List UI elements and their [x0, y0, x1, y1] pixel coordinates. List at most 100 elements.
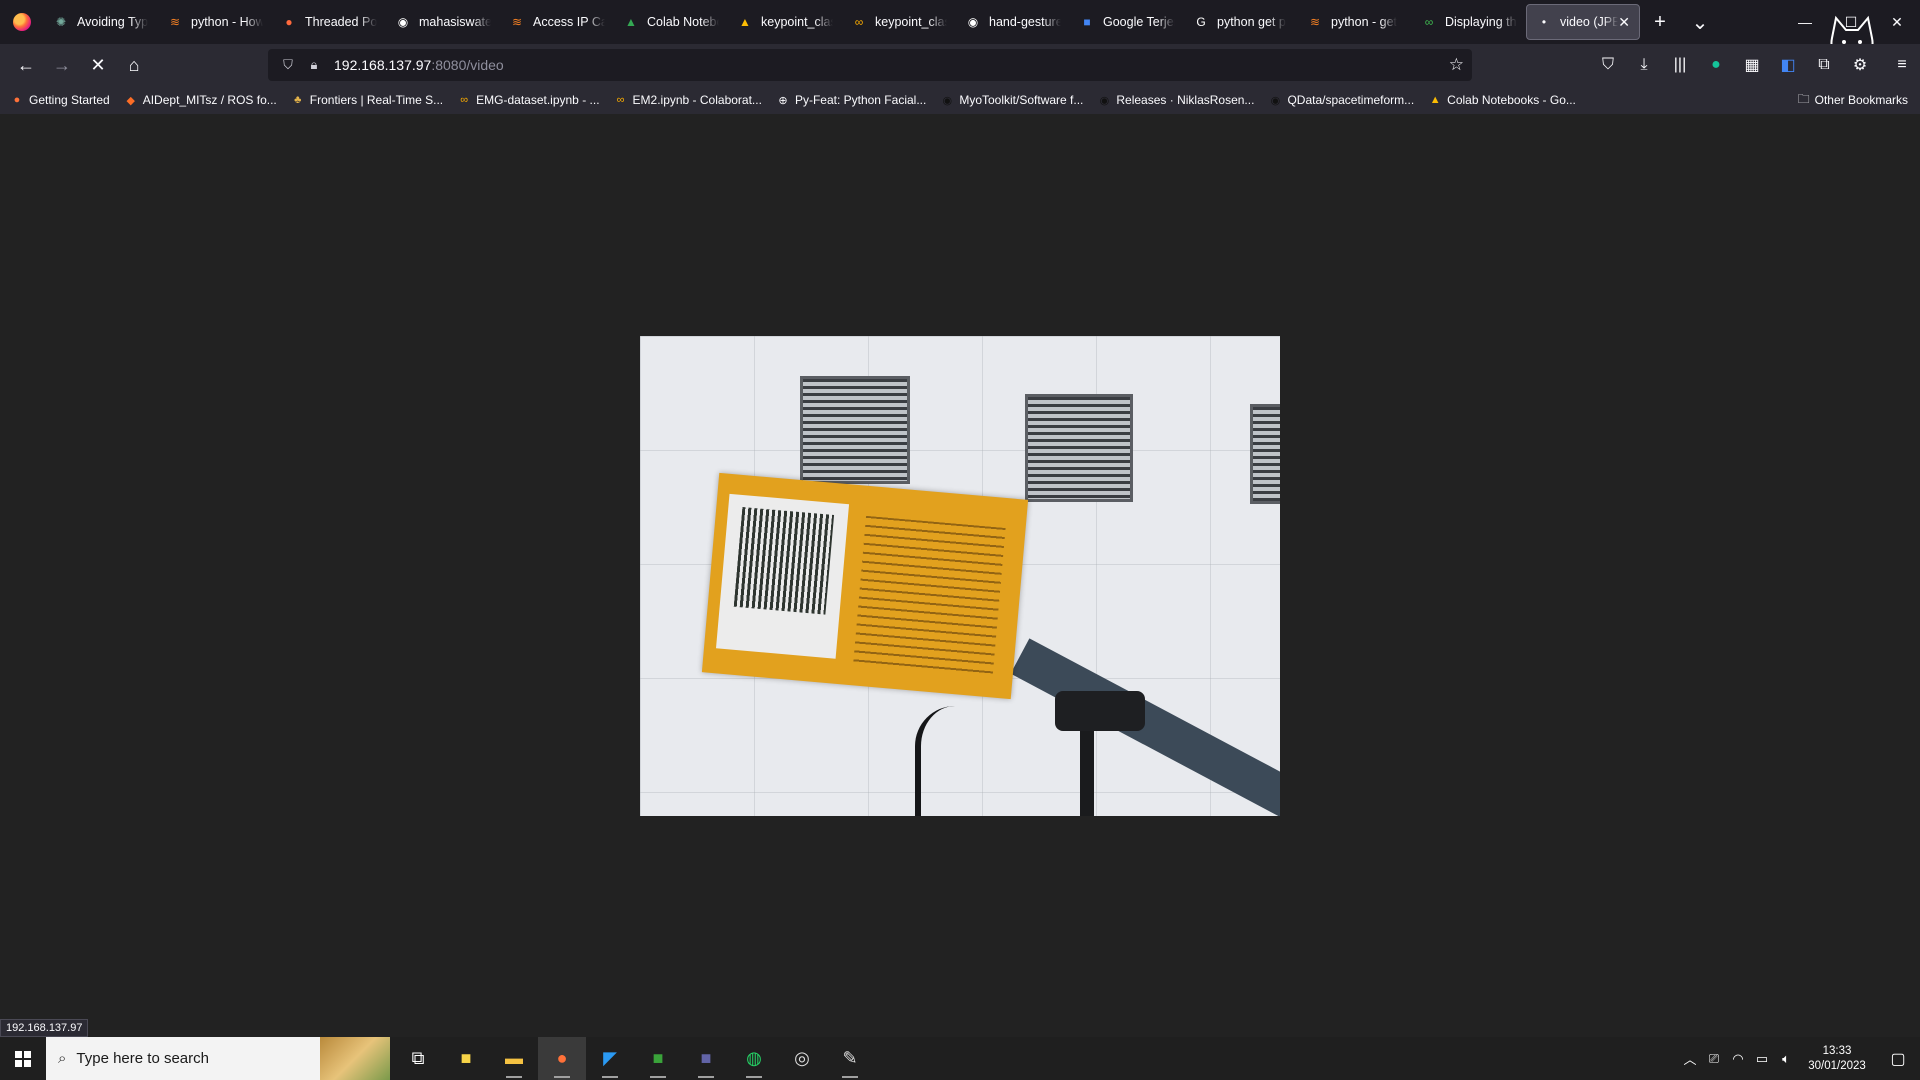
shield-icon[interactable]: ⛉	[278, 55, 298, 75]
start-button[interactable]	[0, 1037, 46, 1080]
app-menu-icon[interactable]: ≡	[1884, 49, 1920, 81]
bookmark-star-icon[interactable]: ☆	[1449, 55, 1464, 75]
puzzle-icon[interactable]: ⚙	[1842, 49, 1878, 81]
card-sticker	[716, 493, 850, 659]
status-url-overlay: 192.168.137.97	[0, 1019, 89, 1037]
list-all-tabs-button[interactable]: ⌄	[1680, 4, 1720, 40]
tab-strip: ✺ Avoiding Typ ≋ python - How ● Threaded Po…	[0, 0, 1920, 81]
bookmark-item[interactable]: ∞ EM2.ipynb - Colaborat...	[614, 93, 762, 107]
tab[interactable]: ◉ hand-gesture	[956, 4, 1070, 40]
firefox-icon	[13, 13, 31, 31]
chevron-up-icon[interactable]: ︿	[1678, 1037, 1702, 1080]
bookmark-item[interactable]: ● Getting Started	[10, 93, 110, 107]
new-tab-button[interactable]: +	[1640, 4, 1680, 40]
stop-button[interactable]: ✕	[80, 49, 116, 81]
tab[interactable]: ∞ keypoint_clas	[842, 4, 956, 40]
drive-icon: ▲	[1429, 94, 1441, 106]
close-tab-icon[interactable]: ✕	[1618, 14, 1630, 31]
vent-window	[800, 376, 910, 484]
bookmark-item[interactable]: ♣ Frontiers | Real-Time S...	[291, 93, 443, 107]
openai-icon: ✺	[55, 15, 67, 29]
bookmark-item[interactable]: ◆ AIDept_MITsz / ROS fo...	[124, 93, 276, 107]
drive-icon: ▲	[739, 15, 751, 29]
minimize-button[interactable]: —	[1782, 0, 1828, 44]
search-placeholder: Type here to search	[76, 1050, 209, 1067]
drive-icon: ▲	[625, 15, 637, 29]
downloads-icon[interactable]: ⤓	[1626, 49, 1662, 81]
firefox-view-button[interactable]	[0, 0, 44, 44]
battery-icon[interactable]: ▭	[1750, 1037, 1774, 1080]
bookmark-label: Frontiers | Real-Time S...	[309, 93, 444, 107]
tab[interactable]: ≋ Access IP Can	[500, 4, 614, 40]
bookmark-label: EM2.ipynb - Colaborat...	[632, 93, 762, 107]
extension-icon[interactable]: ▦	[1734, 49, 1770, 81]
translate-extension-icon[interactable]: ◧	[1770, 49, 1806, 81]
bookmark-item[interactable]: ◉ QData/spacetimeform...	[1268, 93, 1415, 107]
bookmark-item[interactable]: ⊕ Py-Feat: Python Facial...	[776, 93, 926, 107]
library-icon[interactable]: |||	[1662, 49, 1698, 81]
other-bookmarks[interactable]: 🗀 Other Bookmarks	[1798, 86, 1908, 114]
url-host: 192.168.137.97	[334, 57, 432, 73]
firefox-icon[interactable]: ●	[538, 1037, 586, 1080]
tab[interactable]: ≋ python - How	[158, 4, 272, 40]
sticky-notes-icon[interactable]: ■	[442, 1037, 490, 1080]
tab-title: Colab Notebo	[647, 15, 719, 29]
network-icon[interactable]: ◠	[1726, 1037, 1750, 1080]
card-text-lines	[853, 515, 1006, 678]
tab[interactable]: ≋ python - get	[1298, 4, 1412, 40]
tab[interactable]: Gpython get p	[1184, 4, 1298, 40]
bookmark-item[interactable]: ▲ Colab Notebooks - Go...	[1428, 93, 1576, 107]
link-icon: ∞	[1424, 15, 1434, 29]
pocket-icon[interactable]: ⛉	[1590, 49, 1626, 81]
back-button[interactable]: ←	[8, 49, 44, 81]
bookmarks-toolbar: ● Getting Started ◆ AIDept_MITsz / ROS fo.…	[0, 86, 1920, 114]
forward-button[interactable]: →	[44, 49, 80, 81]
tab-title: Access IP Can	[533, 15, 605, 29]
url-path: :8080/video	[431, 57, 504, 73]
github-icon: ◉	[397, 15, 409, 29]
tab[interactable]: ◉ mahasiswatel	[386, 4, 500, 40]
taskbar-search-box[interactable]: ⌕ Type here to search	[46, 1037, 390, 1080]
video-stream-image[interactable]	[640, 336, 1280, 816]
tab[interactable]: ● Threaded Por	[272, 4, 386, 40]
clock[interactable]: 13:33 30/01/2023	[1798, 1044, 1876, 1074]
google-icon: G	[1196, 15, 1206, 29]
excel-icon[interactable]: ■	[634, 1037, 682, 1080]
volume-muted-icon[interactable]: 🔈︎	[1774, 1037, 1798, 1080]
navigation-toolbar: ← → ✕ ⌂ ⛉ 🔒︎ 192.168.137.97:8080/video ☆…	[0, 44, 1920, 86]
tab[interactable]: ✺ Avoiding Typ	[44, 4, 158, 40]
clock-time: 13:33	[1822, 1044, 1852, 1057]
grammarly-icon[interactable]: ●	[1698, 49, 1734, 81]
whatsapp-icon[interactable]: ◍	[730, 1037, 778, 1080]
gitlab-icon: ◆	[126, 94, 135, 107]
meet-now-icon[interactable]: ⎚	[1702, 1037, 1726, 1080]
bookmark-item[interactable]: ◉ Releases · NiklasRosen...	[1097, 93, 1255, 107]
home-button[interactable]: ⌂	[116, 49, 152, 81]
file-explorer-icon[interactable]: ▬	[490, 1037, 538, 1080]
stackoverflow-icon: ≋	[169, 15, 181, 29]
url-bar[interactable]: ⛉ 🔒︎ 192.168.137.97:8080/video ☆	[268, 49, 1472, 81]
task-view-icon[interactable]: ⧉	[394, 1037, 442, 1080]
vscode-icon[interactable]: ◤	[586, 1037, 634, 1080]
bookmark-label: Colab Notebooks - Go...	[1447, 93, 1576, 107]
bookmark-item[interactable]: ◉ MyoToolkit/Software f...	[940, 93, 1084, 107]
tab[interactable]: ▲ Colab Notebo	[614, 4, 728, 40]
tab[interactable]: ■ Google Terjem	[1070, 4, 1184, 40]
extensions-icon[interactable]: ⧉	[1806, 49, 1842, 81]
teams-icon[interactable]: ■	[682, 1037, 730, 1080]
close-window-button[interactable]: ✕	[1874, 0, 1920, 44]
app-icon[interactable]: ✎	[826, 1037, 874, 1080]
tab[interactable]: ▲ keypoint_clas	[728, 4, 842, 40]
barcode	[733, 507, 835, 615]
tab[interactable]: ∞ Displaying th	[1412, 4, 1526, 40]
tab-active[interactable]: • video (JPEG✕	[1526, 4, 1640, 40]
notification-icon[interactable]: ▢	[1876, 1037, 1920, 1080]
firefox-icon: ●	[13, 94, 21, 106]
maximize-button[interactable]: ☐	[1828, 0, 1874, 44]
tab-title: Displaying th	[1445, 15, 1517, 29]
lock-icon[interactable]: 🔒︎	[304, 55, 324, 75]
obs-icon[interactable]: ◎	[778, 1037, 826, 1080]
bookmark-item[interactable]: ∞ EMG-dataset.ipynb - ...	[457, 93, 599, 107]
stackoverflow-icon: ≋	[1309, 15, 1321, 29]
tab-title: hand-gesture	[989, 15, 1061, 29]
